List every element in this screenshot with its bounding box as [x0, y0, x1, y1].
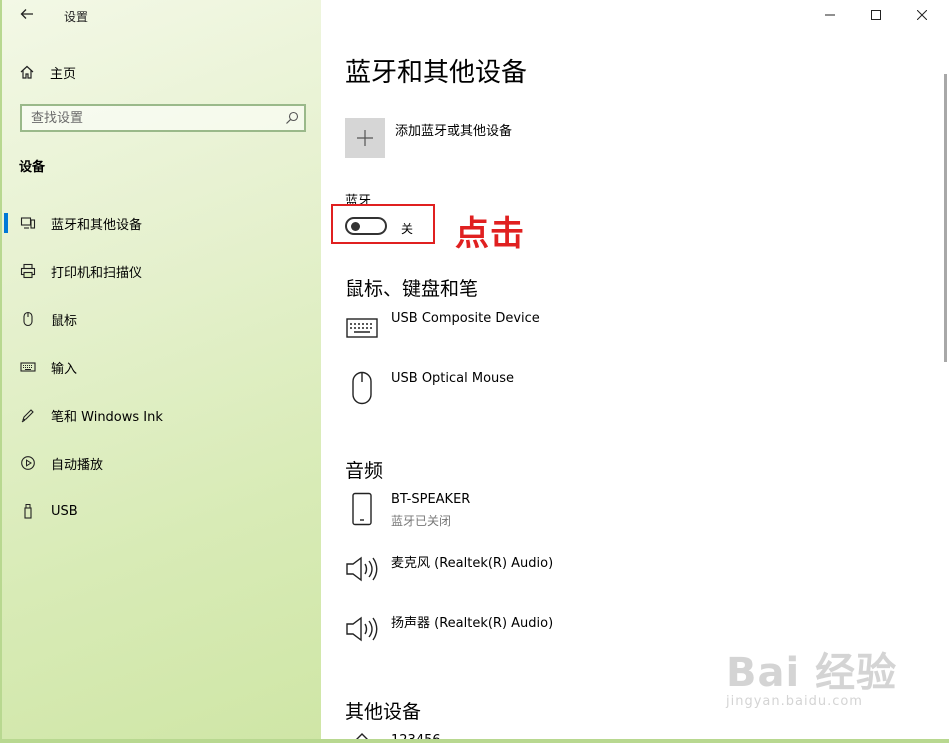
sidebar-item-label: 打印机和扫描仪 — [51, 265, 143, 281]
close-button[interactable] — [899, 0, 945, 30]
scrollbar[interactable] — [944, 74, 947, 362]
page-title: 蓝牙和其他设备 — [345, 58, 528, 88]
sidebar-item-label: 蓝牙和其他设备 — [51, 217, 143, 233]
device-item[interactable]: 麦克风 (Realtek(R) Audio) — [345, 552, 905, 602]
back-button[interactable] — [16, 5, 38, 27]
sidebar: 设置 主页 设备 蓝牙和其他设备 打印机和扫描仪 鼠标 输入 — [0, 0, 321, 743]
sidebar-item-mouse[interactable]: 鼠标 — [2, 301, 323, 337]
sidebar-item-printers[interactable]: 打印机和扫描仪 — [2, 253, 323, 289]
search-input[interactable] — [22, 109, 280, 127]
plus-icon — [357, 130, 373, 146]
phone-icon — [345, 492, 379, 526]
device-name: 扬声器 (Realtek(R) Audio) — [391, 616, 554, 631]
mouse-icon — [345, 371, 379, 405]
sidebar-item-label: USB — [51, 503, 78, 519]
close-icon — [917, 10, 927, 20]
sidebar-item-bluetooth[interactable]: 蓝牙和其他设备 — [2, 205, 323, 241]
device-name: USB Optical Mouse — [391, 371, 515, 386]
add-device-label[interactable]: 添加蓝牙或其他设备 — [395, 120, 512, 139]
mouse-icon — [19, 310, 37, 328]
pen-icon — [19, 406, 37, 424]
group-title-other-devices: 其他设备 — [345, 701, 422, 723]
baidu-watermark: Bai 经验 jingyan.baidu.com — [726, 630, 916, 720]
titlebar-left: 设置 — [2, 0, 323, 32]
group-title-input-devices: 鼠标、键盘和笔 — [345, 278, 479, 300]
app-title: 设置 — [64, 10, 89, 24]
group-title-audio: 音频 — [345, 460, 384, 482]
watermark-logo-text: Bai 经验 — [726, 650, 898, 696]
add-device-button[interactable] — [345, 118, 385, 158]
annotation-text: 点击 — [455, 214, 525, 254]
device-item[interactable]: USB Optical Mouse — [345, 371, 905, 421]
sidebar-item-label: 输入 — [51, 361, 78, 377]
keyboard-icon — [345, 311, 379, 345]
maximize-button[interactable] — [853, 0, 899, 30]
window-bottom-border — [0, 739, 949, 743]
device-icon — [345, 732, 379, 739]
bluetooth-devices-icon — [19, 214, 37, 232]
device-name: USB Composite Device — [391, 311, 540, 326]
device-item[interactable]: USB Composite Device — [345, 311, 905, 361]
sidebar-section-title: 设备 — [19, 160, 46, 175]
sidebar-item-usb[interactable]: USB — [2, 493, 323, 529]
minimize-button[interactable] — [807, 0, 853, 30]
device-name: 麦克风 (Realtek(R) Audio) — [391, 556, 554, 571]
arrow-left-icon — [20, 9, 33, 19]
sidebar-item-typing[interactable]: 输入 — [2, 349, 323, 385]
sidebar-item-autoplay[interactable]: 自动播放 — [2, 445, 323, 481]
autoplay-icon — [19, 454, 37, 472]
sidebar-item-label: 笔和 Windows Ink — [51, 409, 163, 425]
home-link[interactable]: 主页 — [18, 60, 76, 84]
usb-icon — [19, 502, 37, 520]
home-icon — [18, 63, 36, 81]
speaker-icon — [345, 552, 379, 586]
search-icon[interactable] — [280, 111, 304, 125]
home-label: 主页 — [50, 66, 77, 82]
printer-icon — [19, 262, 37, 280]
device-name: BT-SPEAKER — [391, 492, 471, 507]
device-item[interactable]: 123456 — [345, 730, 905, 739]
device-item[interactable]: BT-SPEAKER 蓝牙已关闭 — [345, 492, 905, 542]
keyboard-icon — [19, 358, 37, 376]
search-box[interactable] — [20, 104, 306, 132]
sidebar-item-label: 自动播放 — [51, 457, 104, 473]
sidebar-item-label: 鼠标 — [51, 313, 78, 329]
sidebar-item-pen[interactable]: 笔和 Windows Ink — [2, 397, 323, 433]
speaker-icon — [345, 612, 379, 646]
device-status: 蓝牙已关闭 — [391, 514, 452, 528]
watermark-url: jingyan.baidu.com — [726, 694, 863, 709]
minimize-icon — [825, 14, 835, 16]
maximize-icon — [871, 10, 881, 20]
annotation-highlight-box — [331, 204, 435, 244]
